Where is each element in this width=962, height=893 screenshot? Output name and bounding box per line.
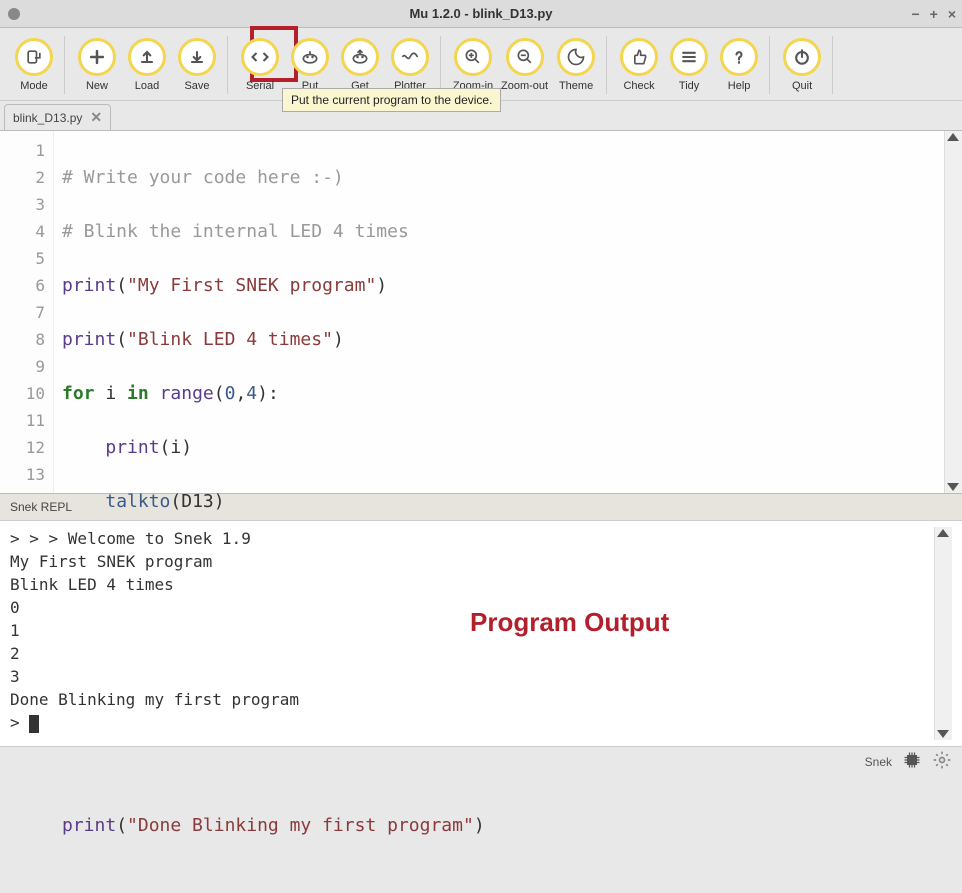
toolbar: Mode New Load Save Serial Put Get (0, 28, 962, 101)
maximize-button[interactable]: + (930, 6, 938, 22)
scroll-down-icon[interactable] (947, 483, 959, 491)
scroll-down-icon[interactable] (937, 730, 949, 738)
code-editor[interactable]: 12345678910111213 # Write your code here… (0, 131, 962, 494)
repl-scrollbar[interactable] (934, 527, 952, 740)
download-icon (178, 38, 216, 76)
theme-icon (557, 38, 595, 76)
tab-label: blink_D13.py (13, 111, 82, 125)
cursor (29, 715, 39, 733)
tidy-icon (670, 38, 708, 76)
serial-icon (241, 38, 279, 76)
repl-panel[interactable]: > > > Welcome to Snek 1.9 My First SNEK … (0, 521, 962, 746)
zoom-in-icon (454, 38, 492, 76)
zoom-in-button[interactable]: Zoom-in (449, 36, 497, 94)
theme-button[interactable]: Theme (552, 36, 600, 94)
power-icon (783, 38, 821, 76)
tooltip: Put the current program to the device. (282, 88, 501, 112)
editor-scrollbar[interactable] (944, 131, 962, 493)
quit-button[interactable]: Quit (778, 36, 826, 94)
app-icon (8, 8, 20, 20)
annotation-label: Program Output (470, 611, 669, 634)
repl-output: > > > Welcome to Snek 1.9 My First SNEK … (10, 529, 299, 732)
zoom-out-button[interactable]: Zoom-out (499, 36, 550, 94)
check-button[interactable]: Check (615, 36, 663, 94)
tab-file[interactable]: blink_D13.py ✕ (4, 104, 111, 130)
scroll-up-icon[interactable] (937, 529, 949, 537)
serial-button[interactable]: Serial (236, 36, 284, 94)
put-icon (291, 38, 329, 76)
close-button[interactable]: × (948, 6, 956, 22)
help-icon (720, 38, 758, 76)
put-button[interactable]: Put (286, 36, 334, 94)
get-button[interactable]: Get (336, 36, 384, 94)
mode-button[interactable]: Mode (10, 36, 58, 94)
plotter-button[interactable]: Plotter (386, 36, 434, 94)
minimize-button[interactable]: − (911, 6, 919, 22)
save-button[interactable]: Save (173, 36, 221, 94)
new-button[interactable]: New (73, 36, 121, 94)
upload-icon (128, 38, 166, 76)
tidy-button[interactable]: Tidy (665, 36, 713, 94)
plus-icon (78, 38, 116, 76)
titlebar: Mu 1.2.0 - blink_D13.py − + × (0, 0, 962, 28)
mode-icon (15, 38, 53, 76)
load-button[interactable]: Load (123, 36, 171, 94)
code-content[interactable]: # Write your code here :-) # Blink the i… (54, 131, 944, 493)
window-title: Mu 1.2.0 - blink_D13.py (409, 6, 552, 21)
help-button[interactable]: Help (715, 36, 763, 94)
line-gutter: 12345678910111213 (0, 131, 54, 493)
zoom-out-icon (506, 38, 544, 76)
thumbs-up-icon (620, 38, 658, 76)
tab-close-icon[interactable]: ✕ (90, 109, 102, 126)
get-icon (341, 38, 379, 76)
plotter-icon (391, 38, 429, 76)
scroll-up-icon[interactable] (947, 133, 959, 141)
